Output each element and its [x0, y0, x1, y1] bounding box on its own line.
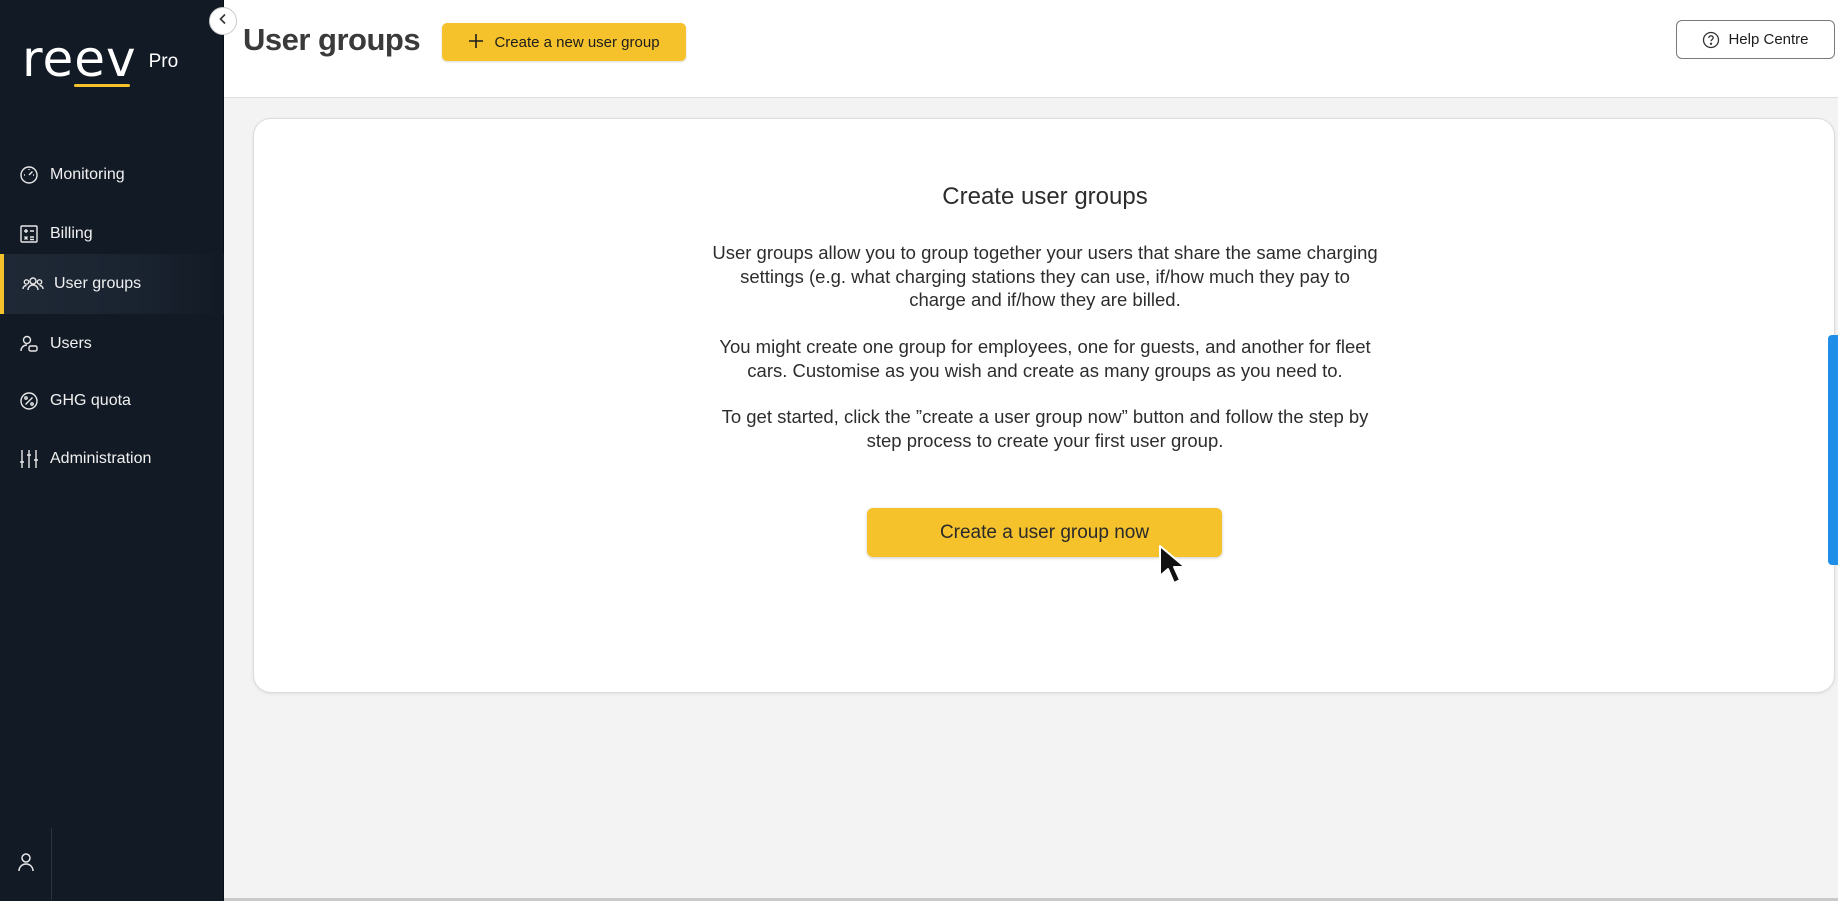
empty-state-description-2: You might create one group for employees… [719, 336, 1371, 381]
sidebar-item-label: GHG quota [50, 392, 131, 409]
speedometer-icon [18, 164, 40, 186]
calculator-icon [18, 223, 40, 245]
sidebar-item-label: Users [50, 335, 92, 352]
chevron-left-icon [217, 12, 229, 30]
app-window: reev Pro Monitoring Billing User groups … [0, 0, 1838, 901]
scroll-indicator[interactable] [1828, 335, 1838, 565]
plus-icon [468, 32, 484, 52]
sliders-icon [18, 448, 40, 470]
page-title: User groups [243, 22, 421, 57]
top-header: User groups Create a new user group Help… [224, 0, 1838, 98]
question-circle-icon [1702, 31, 1720, 49]
sidebar-item-ghg-quota[interactable]: GHG quota [0, 371, 224, 431]
sidebar-item-label: Billing [50, 225, 93, 242]
empty-state-description-3: To get started, click the ”create a user… [721, 406, 1369, 451]
create-user-group-now-label: Create a user group now [939, 521, 1150, 543]
sidebar-item-administration[interactable]: Administration [0, 429, 224, 489]
sidebar-item-monitoring[interactable]: Monitoring [0, 145, 224, 205]
help-centre-button[interactable]: Help Centre [1676, 20, 1835, 59]
user-icon [17, 852, 35, 877]
account-button[interactable] [0, 828, 52, 900]
brand-logo[interactable]: reev Pro [22, 30, 179, 88]
users-icon [18, 333, 40, 355]
empty-state-title: Create user groups [942, 183, 1148, 210]
sidebar-item-label: User groups [54, 275, 142, 292]
sidebar-item-label: Administration [50, 450, 152, 467]
mouse-pointer-icon [1158, 544, 1192, 591]
empty-state-description-1: User groups allow you to group together … [712, 242, 1378, 310]
brand-tier: Pro [148, 51, 179, 72]
sidebar-item-user-groups[interactable]: User groups [0, 254, 224, 314]
help-centre-label: Help Centre [1728, 31, 1809, 48]
sidebar-item-users[interactable]: Users [0, 314, 224, 374]
sidebar: reev Pro Monitoring Billing User groups … [0, 0, 224, 901]
sidebar-item-label: Monitoring [50, 166, 125, 183]
create-new-user-group-label: Create a new user group [494, 33, 660, 51]
brand-name: reev [22, 30, 137, 88]
sidebar-collapse-button[interactable] [209, 7, 237, 35]
user-group-icon [22, 273, 44, 295]
percent-badge-icon [18, 390, 40, 412]
empty-state-card: Create user groups User groups allow you… [253, 118, 1835, 693]
create-new-user-group-button[interactable]: Create a new user group [442, 23, 686, 61]
